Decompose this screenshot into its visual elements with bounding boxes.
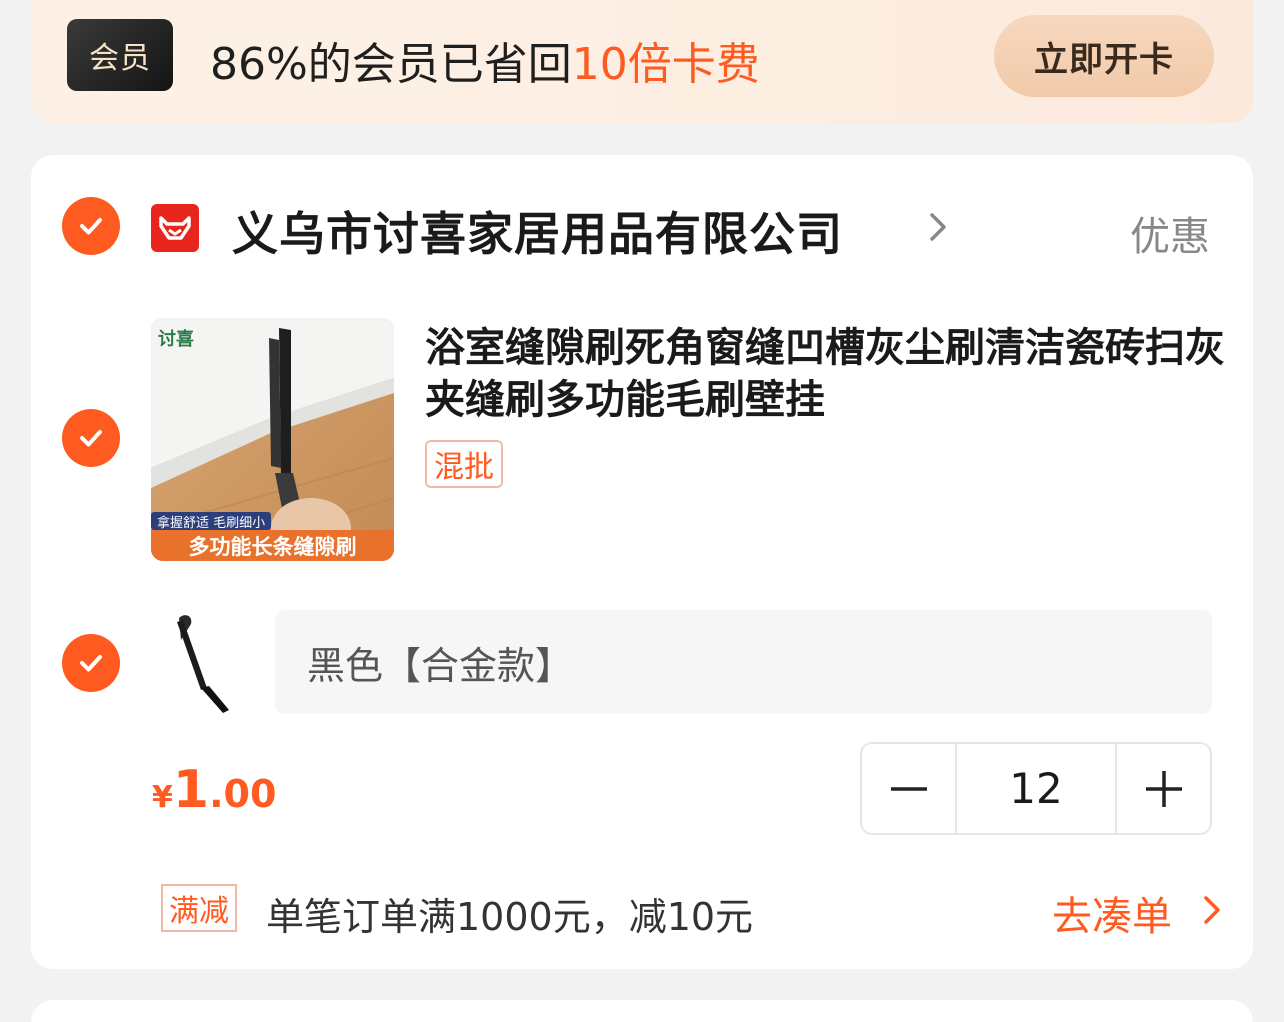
add-more-items-link[interactable]: 去凑单 (1052, 884, 1172, 942)
sku-select-checkbox[interactable] (62, 634, 120, 692)
minus-icon (890, 786, 927, 791)
decrease-quantity-button[interactable] (862, 744, 955, 833)
member-promo-text: 86%的会员已省回10倍卡费 (210, 28, 760, 92)
product-image-brand: 讨喜 (158, 329, 194, 350)
price-integer: 1 (172, 760, 210, 820)
member-promo-highlight: 10倍卡费 (571, 39, 760, 90)
product-title[interactable]: 浴室缝隙刷死角窗缝凹槽灰尘刷清洁瓷砖扫灰夹缝刷多功能毛刷壁挂 (425, 322, 1225, 426)
quantity-input[interactable]: 12 (955, 744, 1117, 833)
product-image-caption-small: 拿握舒适 毛刷细小 (151, 512, 272, 531)
shop-select-checkbox[interactable] (62, 197, 120, 255)
member-promo-prefix: 86%的会员已省回 (210, 39, 572, 90)
next-shop-card (31, 1000, 1253, 1022)
product-tag: 混批 (425, 440, 503, 488)
product-image-caption-main: 多功能长条缝隙刷 (151, 530, 394, 561)
vip-badge: 会员 (67, 19, 173, 91)
shop-cart-card (31, 155, 1253, 969)
tmall-cat-icon (151, 204, 199, 252)
promo-tag: 满减 (161, 884, 237, 932)
chevron-right-icon[interactable] (925, 206, 953, 248)
promo-text: 单笔订单满1000元，减10元 (266, 895, 754, 939)
checkmark-icon (80, 218, 102, 235)
item-select-checkbox[interactable] (62, 409, 120, 467)
sku-image (177, 615, 229, 713)
quantity-stepper: 12 (860, 742, 1212, 835)
shop-name[interactable]: 义乌市讨喜家居用品有限公司 (232, 198, 843, 264)
sku-selector[interactable]: 黑色【合金款】 (275, 610, 1212, 714)
chevron-right-icon[interactable] (1200, 892, 1224, 928)
checkmark-icon (80, 655, 102, 672)
open-membership-button[interactable]: 立即开卡 (994, 15, 1214, 97)
plus-icon (1145, 770, 1182, 807)
shop-discount-link[interactable]: 优惠 (1130, 204, 1210, 262)
product-price: ¥1.00 (152, 760, 276, 820)
price-decimal: .00 (209, 772, 277, 816)
checkmark-icon (80, 430, 102, 447)
price-currency: ¥ (152, 780, 173, 815)
increase-quantity-button[interactable] (1117, 744, 1210, 833)
